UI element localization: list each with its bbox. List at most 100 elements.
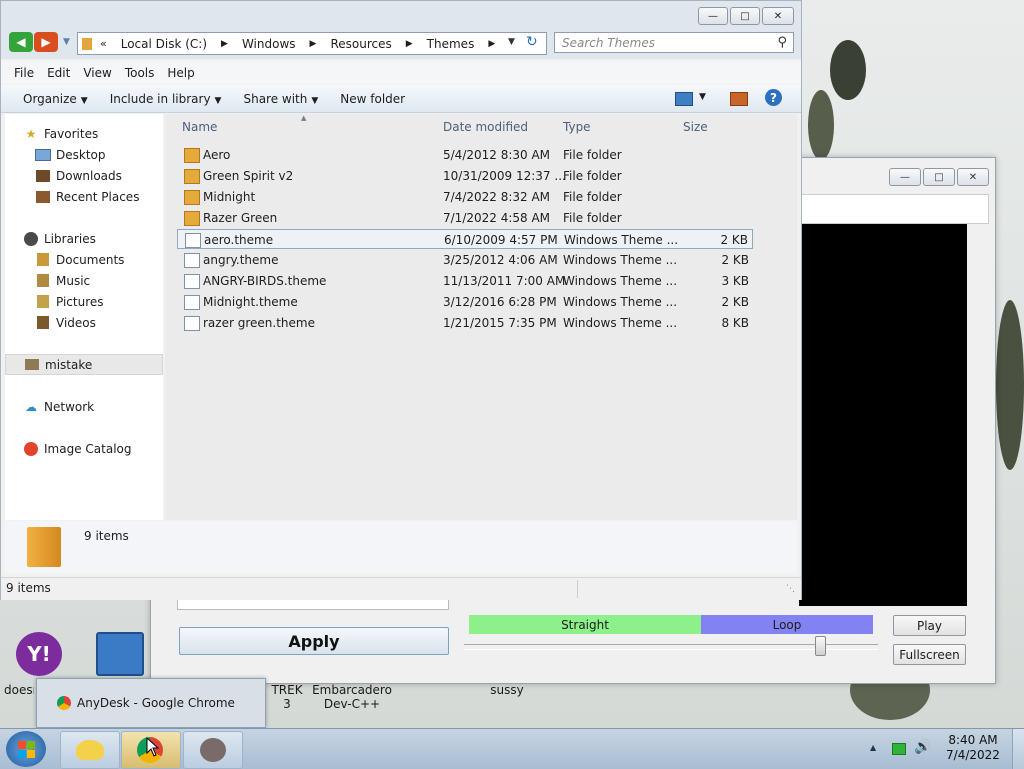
taskbar-thumbnail-preview[interactable]: AnyDesk - Google Chrome [36,678,266,728]
search-input[interactable]: Search Themes ⚲ [554,32,794,53]
resize-grip-icon[interactable]: ⋱ [786,584,795,594]
network-status-icon[interactable] [892,743,906,755]
file-name: ANGRY-BIRDS.theme [203,274,327,288]
recent-pages-icon[interactable]: ▼ [63,37,70,47]
nav-favorites[interactable]: ★ Favorites [23,123,181,144]
change-view-icon[interactable] [675,92,693,106]
show-desktop-button[interactable] [1012,729,1024,769]
apply-button[interactable]: Apply [179,627,449,655]
refresh-icon[interactable]: ↻ [526,34,538,50]
app-icon [200,738,226,762]
slider-thumb[interactable] [815,636,827,656]
play-button[interactable]: Play [893,615,966,636]
file-size: 2 KB [720,233,748,247]
theme-file-icon [184,274,200,289]
title-bar[interactable]: — □ ✕ [1,1,801,29]
file-row[interactable]: Razer Green 7/1/2022 4:58 AM File folder [177,208,753,228]
nav-label: Recent Places [56,189,140,204]
preview-pane-icon[interactable] [730,92,748,106]
chevron-right-icon[interactable]: ▶ [310,39,317,49]
video-preview [799,224,967,606]
libraries-icon [23,231,39,246]
loop-mode-button[interactable]: Loop [701,615,873,634]
menu-edit[interactable]: Edit [47,66,70,80]
clock-time: 8:40 AM [948,733,998,747]
menu-view[interactable]: View [83,66,111,80]
seek-slider[interactable] [464,636,878,656]
desktop-icon-label[interactable]: TREK 3 [266,683,308,711]
user-folder-icon [24,358,40,372]
nav-network[interactable]: ☁ Network [23,396,181,417]
new-folder-button[interactable]: New folder [340,92,405,106]
address-dropdown-icon[interactable]: ▼ [508,37,515,47]
chevron-down-icon: ▼ [311,95,319,106]
view-dropdown-icon[interactable]: ▼ [699,92,706,102]
theme-file-icon [184,316,200,331]
file-row[interactable]: angry.theme 3/25/2012 4:06 AM Windows Them… [177,250,753,270]
file-row[interactable]: Aero 5/4/2012 8:30 AM File folder [177,145,753,165]
breadcrumb-item[interactable]: Local Disk (C:) [121,37,207,51]
help-icon[interactable]: ? [765,89,782,106]
chevron-right-icon[interactable]: ▶ [406,39,413,49]
breadcrumb-item[interactable]: Windows [242,37,296,51]
file-row[interactable]: Green Spirit v2 10/31/2009 12:37 ... File … [177,166,753,186]
nav-mistake[interactable]: mistake [5,354,163,375]
taskbar-app-button[interactable] [183,731,243,769]
nav-libraries[interactable]: Libraries [23,228,181,249]
yahoo-messenger-icon[interactable]: Y! [16,632,62,676]
overflow-icon[interactable]: « [100,37,107,50]
share-with-button[interactable]: Share with ▼ [243,92,318,106]
clock[interactable]: 8:40 AM 7/4/2022 [944,733,1002,763]
file-size: 2 KB [721,253,749,267]
menu-bar: File Edit View Tools Help [1,61,801,84]
breadcrumb-item[interactable]: Themes [427,37,475,51]
volume-icon[interactable]: 🔊 [914,739,931,755]
file-row[interactable]: razer green.theme 1/21/2015 7:35 PM Window… [177,313,753,333]
nav-image-catalog[interactable]: Image Catalog [23,438,181,459]
back-icon[interactable]: ◀ [9,32,33,52]
theme-file-icon [185,233,201,248]
close-button[interactable]: ✕ [957,168,989,186]
file-row[interactable]: ANGRY-BIRDS.theme 11/13/2011 7:00 AM Windo… [177,271,753,291]
organize-button[interactable]: Organize ▼ [23,92,88,106]
column-header-name[interactable]: Name [182,120,217,134]
straight-mode-button[interactable]: Straight [469,615,701,634]
network-icon: ☁ [25,399,37,414]
minimize-button[interactable]: — [698,7,728,25]
start-button[interactable] [6,731,46,767]
desktop-icon-label[interactable]: sussy [486,683,528,697]
chevron-right-icon[interactable]: ▶ [488,39,495,49]
menu-file[interactable]: File [14,66,34,80]
include-in-library-button[interactable]: Include in library ▼ [110,92,222,106]
fullscreen-button[interactable]: Fullscreen [893,644,966,665]
breadcrumb-item[interactable]: Resources [330,37,391,51]
show-hidden-icons-icon[interactable]: ▲ [870,743,876,752]
desktop-icon-label[interactable]: doesn [4,683,34,697]
search-icon[interactable]: ⚲ [777,35,787,50]
file-type: File folder [563,148,622,162]
menu-tools[interactable]: Tools [125,66,155,80]
desktop-icon-label[interactable]: Embarcadero Dev-C++ [312,683,392,711]
file-row[interactable]: Midnight 7/4/2022 8:32 AM File folder [177,187,753,207]
settings-app-icon[interactable] [96,632,144,676]
status-divider [577,580,578,598]
menu-help[interactable]: Help [167,66,194,80]
file-name: razer green.theme [203,316,315,330]
close-button[interactable]: ✕ [762,7,794,25]
forward-icon[interactable]: ▶ [34,32,58,52]
column-header-date[interactable]: Date modified [443,120,528,134]
explorer-window[interactable]: — □ ✕ ◀ ▶ ▼ « Local Disk (C:) ▶ Windows … [0,0,802,600]
taskbar-explorer-button[interactable] [60,731,120,769]
nav-label: Music [56,273,91,288]
minimize-button[interactable]: — [889,168,921,186]
chevron-right-icon[interactable]: ▶ [221,39,228,49]
maximize-button[interactable]: □ [730,7,760,25]
maximize-button[interactable]: □ [923,168,955,186]
column-header-size[interactable]: Size [683,120,708,134]
nav-label: Downloads [56,168,122,183]
file-row[interactable]: aero.theme 6/10/2009 4:57 PM Windows Theme… [177,229,753,249]
column-header-type[interactable]: Type [563,120,591,134]
file-date: 7/4/2022 8:32 AM [443,190,551,204]
address-bar[interactable]: « Local Disk (C:) ▶ Windows ▶ Resources … [77,32,547,55]
file-row[interactable]: Midnight.theme 3/12/2016 6:28 PM Windows T… [177,292,753,312]
